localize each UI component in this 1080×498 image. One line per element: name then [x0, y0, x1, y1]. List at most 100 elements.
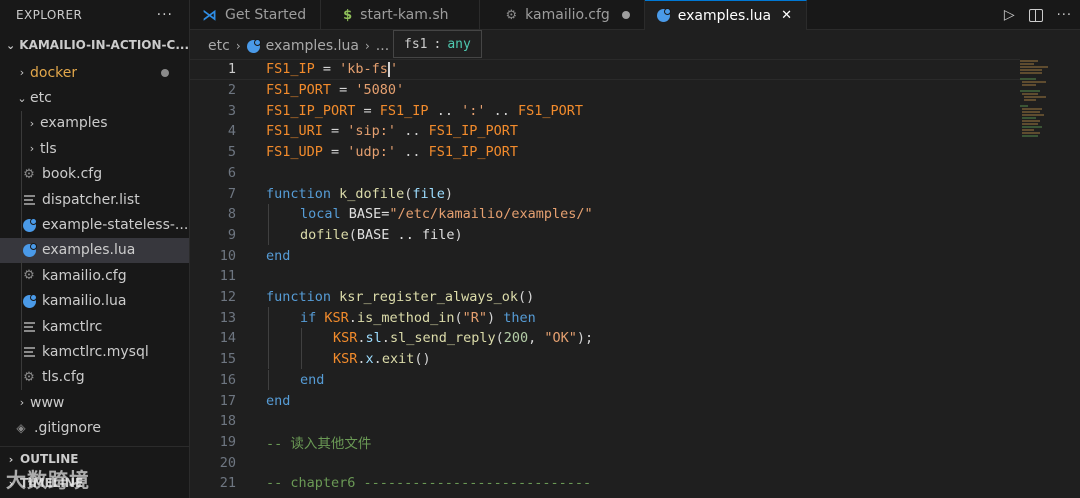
git-icon: ◈ — [16, 421, 26, 436]
run-icon[interactable]: ▷ — [1004, 7, 1015, 23]
line-number: 13 — [219, 309, 236, 326]
chevron-right-icon: › — [29, 142, 35, 156]
code-line: 10 end — [190, 245, 1020, 266]
tree-item-label: book.cfg — [42, 166, 103, 183]
vscode-icon: ⋊ — [202, 6, 217, 24]
line-number: 9 — [227, 226, 236, 243]
lua-icon — [656, 8, 671, 22]
code-line: 19 -- 读入其他文件 — [190, 432, 1020, 453]
tree-item-label: dispatcher.list — [42, 191, 140, 208]
tree-item-kamailio-cfg[interactable]: ⚙ kamailio.cfg — [0, 263, 189, 289]
code-line: 4 FS1_URI = 'sip:' .. FS1_IP_PORT — [190, 121, 1020, 142]
code-line: 2 FS1_PORT = '5080' — [190, 80, 1020, 101]
hover-type: any — [447, 36, 471, 52]
tree-item-label: www — [30, 394, 65, 411]
chevron-right-icon: › — [19, 396, 25, 410]
tab-label: start-kam.sh — [360, 7, 449, 23]
line-number: 21 — [219, 475, 236, 492]
code-line: 21 -- chapter6 -------------------------… — [190, 473, 1020, 494]
tree-item-label: tls — [40, 140, 57, 157]
line-number: 14 — [219, 330, 236, 347]
more-icon[interactable]: ··· — [1057, 8, 1072, 23]
modified-dot-icon — [161, 69, 169, 77]
line-number: 2 — [227, 82, 236, 99]
tree-item-label: kamctlrc — [42, 318, 103, 335]
project-name: KAMAILIO-IN-ACTION-C... — [19, 38, 189, 52]
shell-icon: $ — [343, 7, 353, 23]
explorer-header: EXPLORER ··· — [0, 0, 189, 30]
code-line: 18 — [190, 411, 1020, 432]
lua-icon — [22, 242, 37, 257]
line-number: 10 — [219, 247, 236, 264]
tab-get-started[interactable]: ⋊ Get Started — [190, 0, 322, 30]
line-number: 6 — [227, 164, 236, 181]
code-line: 13 if KSR.is_method_in("R") then — [190, 307, 1020, 329]
hover-colon: : — [433, 36, 442, 52]
tab-kamailio-cfg[interactable]: ⚙ kamailio.cfg — [480, 0, 645, 30]
tree-item-kamctlrc[interactable]: kamctlrc — [0, 313, 189, 340]
more-actions-icon[interactable]: ··· — [157, 7, 173, 23]
line-number: 1 — [227, 61, 236, 78]
code-line: 17 end — [190, 390, 1020, 411]
tree-item-kamctlrc-mysql[interactable]: kamctlrc.mysql — [0, 339, 189, 365]
tree-item-example-stateless[interactable]: example-stateless-... — [0, 212, 189, 238]
breadcrumb: etc › examples.lua › ... — [190, 32, 1080, 60]
chevron-right-icon: › — [235, 39, 241, 53]
code-line: 7 function k_dofile(file) — [190, 183, 1020, 204]
tree-item-gitignore[interactable]: ◈ .gitignore — [0, 415, 189, 440]
gear-icon: ⚙ — [505, 7, 518, 23]
breadcrumb-etc[interactable]: etc — [208, 38, 230, 54]
line-number: 3 — [227, 102, 236, 119]
tree-item-docker[interactable]: › docker — [0, 60, 189, 85]
line-number: 15 — [219, 351, 236, 368]
tab-examples-lua[interactable]: examples.lua ✕ — [644, 0, 808, 30]
gear-icon: ⚙ — [23, 369, 35, 385]
tree-item-book-cfg[interactable]: ⚙ book.cfg — [0, 161, 189, 187]
tree-item-label: examples.lua — [42, 242, 136, 259]
breadcrumb-file[interactable]: examples.lua — [266, 38, 359, 54]
code-line: 8 local BASE="/etc/kamailio/examples/" — [190, 203, 1020, 225]
code-line: 3 FS1_IP_PORT = FS1_IP .. ':' .. FS1_POR… — [190, 100, 1020, 121]
line-number: 20 — [219, 454, 236, 471]
project-folder-header[interactable]: ⌄ KAMAILIO-IN-ACTION-C... — [0, 30, 189, 60]
code-line: 6 — [190, 163, 1020, 184]
split-editor-icon[interactable] — [1028, 8, 1043, 22]
editor-tab-bar: ⋊ Get Started $ start-kam.sh ⚙ kamailio.… — [190, 0, 1080, 30]
chevron-right-icon: › — [364, 39, 370, 53]
tree-item-label: kamctlrc.mysql — [42, 343, 149, 360]
tree-item-examples-folder[interactable]: › examples — [0, 110, 189, 137]
code-line: 11 — [190, 266, 1020, 287]
watermark-logo: 大数跨境 — [6, 468, 90, 492]
tree-item-kamailio-lua[interactable]: kamailio.lua — [0, 288, 189, 314]
code-line: 12 function ksr_register_always_ok() — [190, 287, 1020, 308]
text-file-icon — [23, 321, 35, 332]
tree-item-label: kamailio.lua — [42, 293, 127, 310]
minimap[interactable] — [1020, 58, 1080, 498]
line-number: 12 — [219, 289, 236, 306]
tree-item-etc[interactable]: ⌄ etc — [0, 85, 189, 110]
explorer-title: EXPLORER — [16, 8, 83, 22]
tree-item-label: docker — [30, 64, 78, 81]
tree-item-dispatcher-list[interactable]: dispatcher.list — [0, 186, 189, 213]
line-number: 17 — [219, 392, 236, 409]
tree-item-examples-lua[interactable]: examples.lua — [0, 237, 189, 264]
tree-item-www[interactable]: › www — [0, 390, 189, 415]
line-number: 4 — [227, 123, 236, 140]
breadcrumb-more[interactable]: ... — [376, 38, 389, 54]
tree-item-tls-cfg[interactable]: ⚙ tls.cfg — [0, 364, 189, 391]
code-line: 5 FS1_UDP = 'udp:' .. FS1_IP_PORT — [190, 142, 1020, 163]
chevron-right-icon: › — [19, 66, 25, 80]
tree-item-label: examples — [40, 115, 108, 132]
unsaved-dot-icon — [621, 11, 630, 19]
lua-icon — [22, 293, 37, 308]
tab-start-kam-sh[interactable]: $ start-kam.sh — [321, 0, 480, 30]
editor-actions: ▷ ··· — [1004, 0, 1072, 30]
text-file-icon — [23, 194, 35, 205]
tree-item-label: tls.cfg — [42, 369, 85, 386]
close-icon[interactable]: ✕ — [781, 8, 792, 23]
hover-tooltip: fs1 : any — [393, 30, 482, 58]
tree-item-tls[interactable]: › tls — [0, 136, 189, 162]
gear-icon: ⚙ — [23, 166, 35, 182]
code-editor[interactable]: 1 FS1_IP = 'kb-fs ' 2 FS1_PORT = '5080' 3… — [190, 58, 1020, 498]
gear-icon: ⚙ — [23, 268, 35, 284]
